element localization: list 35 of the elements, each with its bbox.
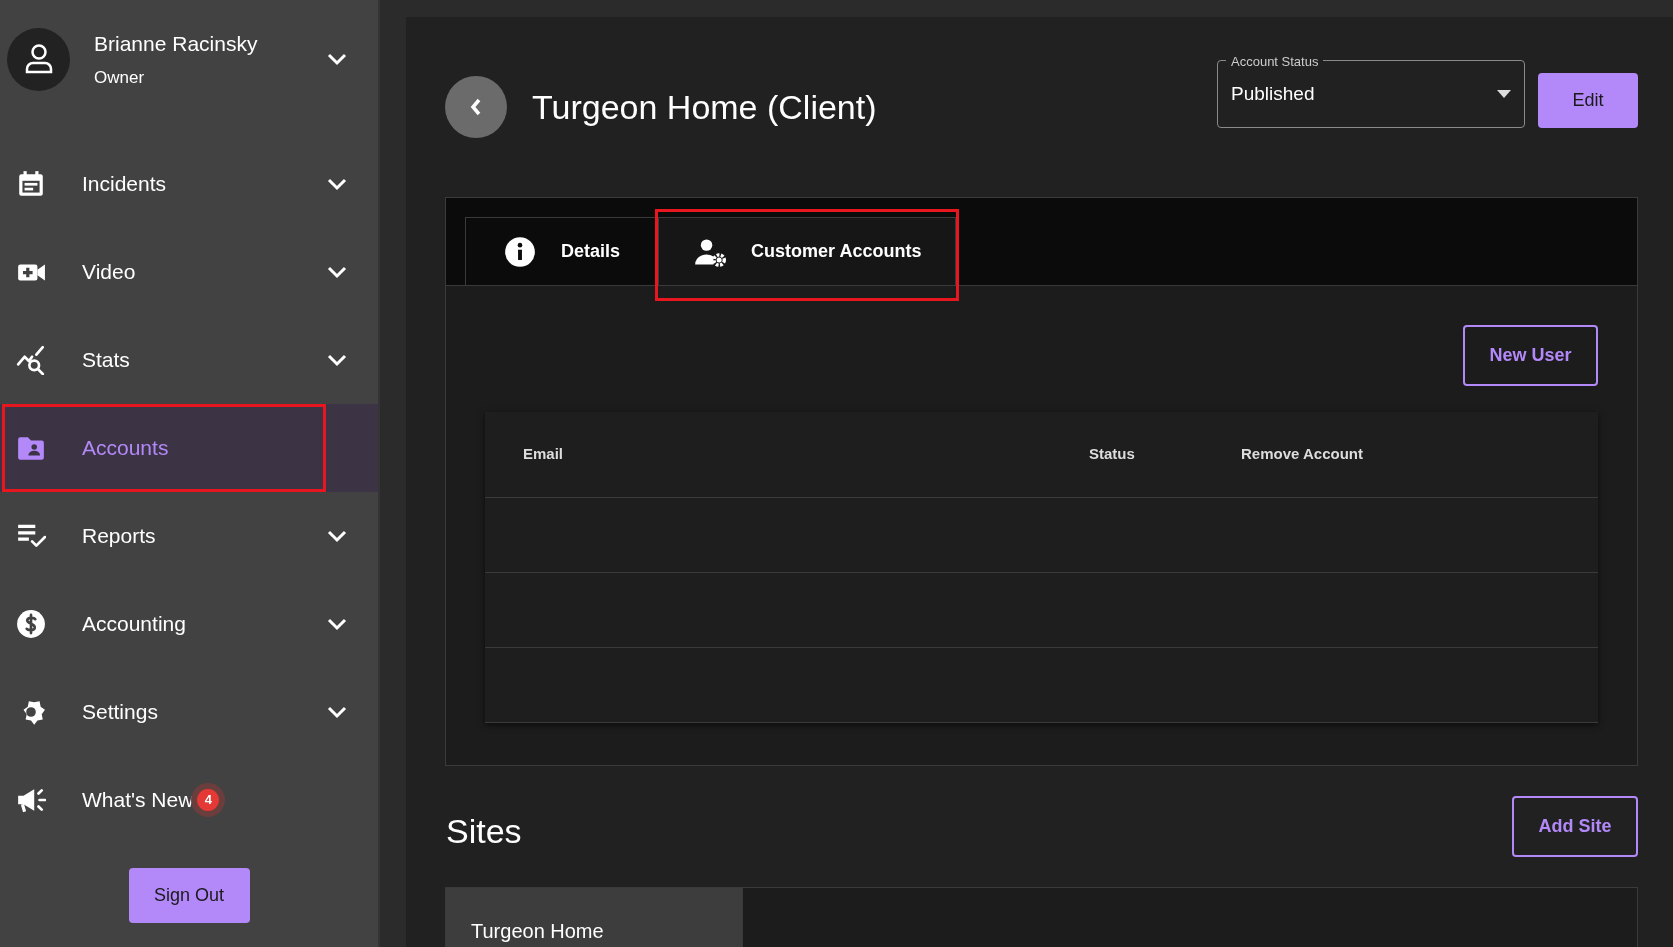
chevron-down-icon[interactable]	[326, 353, 348, 367]
sidebar-item[interactable]: Incidents	[0, 140, 378, 228]
sign-out-button[interactable]: Sign Out	[128, 868, 250, 923]
person-icon	[23, 43, 54, 75]
sidebar-item[interactable]: Stats	[0, 316, 378, 404]
chart-search-icon	[16, 345, 46, 375]
column-header: Status	[1089, 444, 1136, 465]
tab[interactable]: Customer Accounts	[658, 217, 957, 285]
calendar-icon	[16, 169, 46, 199]
chevron-down-icon[interactable]	[326, 52, 348, 66]
chevron-down-icon[interactable]	[326, 617, 348, 631]
column-header: Email	[522, 444, 565, 465]
new-user-button[interactable]: New User	[1463, 325, 1598, 386]
site-item[interactable]: Turgeon Home	[446, 888, 743, 947]
sidebar-item[interactable]: Reports	[0, 492, 378, 580]
sidebar-item[interactable]: Settings	[0, 668, 378, 756]
info-icon	[503, 235, 537, 268]
chevron-down-icon[interactable]	[326, 177, 348, 191]
sidebar-item[interactable]: What's New 4	[0, 756, 378, 844]
chevron-down-icon[interactable]	[326, 529, 348, 543]
edit-button[interactable]: Edit	[1538, 73, 1638, 128]
section-heading: Sites	[446, 811, 522, 852]
user-role: Owner	[94, 67, 146, 89]
chevron-left-icon	[469, 97, 483, 117]
sidebar-item[interactable]: Accounting	[0, 580, 378, 668]
chevron-down-icon[interactable]	[326, 265, 348, 279]
add-site-button[interactable]: Add Site	[1512, 796, 1638, 857]
user-name: Brianne Racinsky	[94, 30, 259, 57]
sidebar-item[interactable]: Accounts	[0, 404, 378, 492]
dollar-icon	[16, 609, 46, 639]
column-header: Remove Account	[1241, 444, 1363, 465]
page-title: Turgeon Home (Client)	[532, 86, 878, 128]
caret-icon	[1497, 90, 1511, 98]
chevron-down-icon[interactable]	[326, 705, 348, 719]
sidebar-item[interactable]: Video	[0, 228, 378, 316]
